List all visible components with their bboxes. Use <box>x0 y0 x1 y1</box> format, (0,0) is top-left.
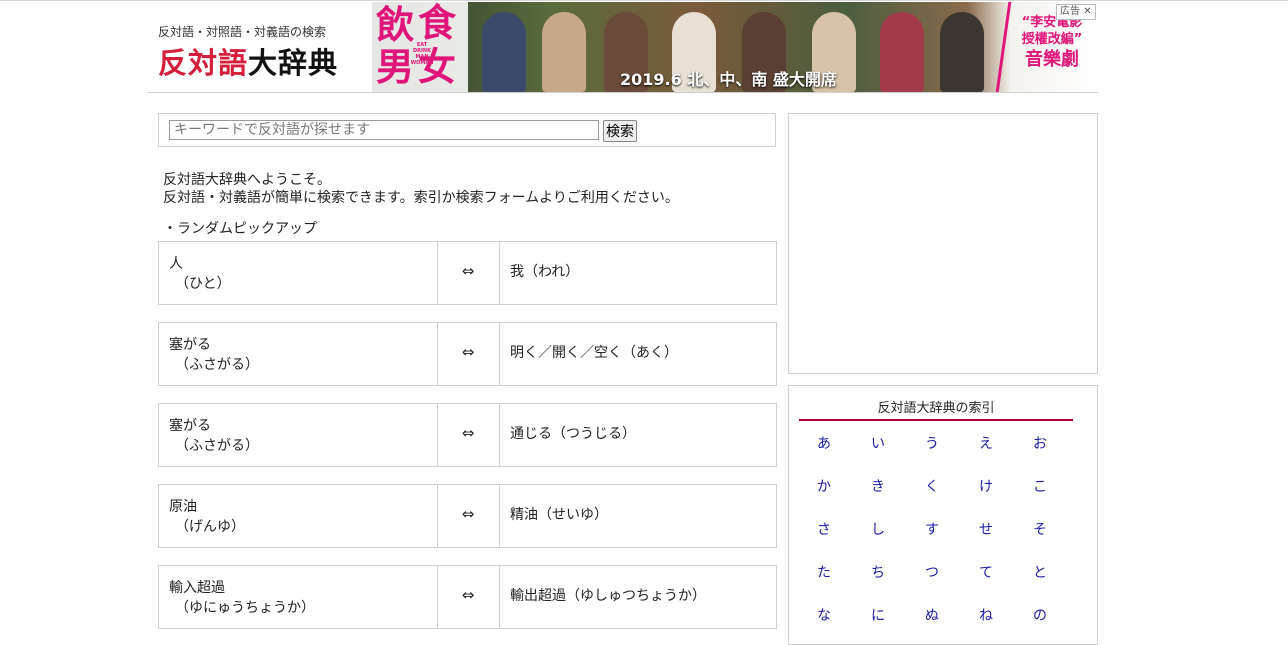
pair-opposite[interactable]: 輸出超過（ゆしゅつちょうか） <box>510 586 706 606</box>
kana-link[interactable]: こ <box>1013 476 1067 496</box>
kana-link[interactable]: す <box>905 519 959 539</box>
cell-divider <box>437 485 438 547</box>
site-title-red: 反対語 <box>158 46 249 80</box>
kana-link[interactable]: お <box>1013 433 1067 453</box>
ad-banner[interactable]: 飲 食 男 女 EAT DRINK MAN WOMAN 2019.6 北、中、南… <box>372 2 1098 92</box>
kana-link[interactable]: ぬ <box>905 605 959 625</box>
ad-figure <box>542 12 586 92</box>
cell-divider <box>437 323 438 385</box>
pair-opposite[interactable]: 精油（せいゆ） <box>510 505 608 525</box>
ad-logo-char: 飲 <box>376 2 415 47</box>
search-button[interactable]: 検索 <box>603 120 637 142</box>
kana-link[interactable]: に <box>851 605 905 625</box>
kana-link[interactable]: か <box>797 476 851 496</box>
kana-link[interactable]: つ <box>905 562 959 582</box>
close-icon[interactable]: ✕ <box>1083 6 1091 17</box>
ad-figure <box>940 12 984 92</box>
kana-link[interactable]: き <box>851 476 905 496</box>
ad-movie-logo: 飲 食 男 女 EAT DRINK MAN WOMAN <box>372 2 468 92</box>
header-divider <box>148 92 1098 93</box>
kana-link[interactable]: け <box>959 476 1013 496</box>
antonym-arrow-icon: ⇔ <box>461 262 475 280</box>
kana-link[interactable]: て <box>959 562 1013 582</box>
cell-divider <box>499 404 500 466</box>
pair-word[interactable]: 原油 <box>169 497 197 517</box>
sidebar-ad-slot <box>788 113 1098 374</box>
kana-link[interactable]: と <box>1013 562 1067 582</box>
antonym-pair: 塞がる （ふさがる） ⇔ 明く／開く／空く（あく） <box>158 322 777 386</box>
index-title-underline <box>799 419 1073 421</box>
pair-reading: （げんゆ） <box>175 519 245 535</box>
kana-link[interactable]: い <box>851 433 905 453</box>
antonym-pair: 塞がる （ふさがる） ⇔ 通じる（つうじる） <box>158 403 777 467</box>
kana-link[interactable]: え <box>959 433 1013 453</box>
welcome-line1: 反対語大辞典へようこそ。 <box>163 172 331 188</box>
pair-opposite[interactable]: 通じる（つうじる） <box>510 424 636 444</box>
index-title: 反対語大辞典の索引 <box>877 401 995 416</box>
antonym-arrow-icon: ⇔ <box>461 586 475 604</box>
pair-word[interactable]: 塞がる <box>169 335 211 355</box>
site-logo[interactable]: 反対語大辞典 <box>158 40 338 82</box>
kana-link[interactable]: く <box>905 476 959 496</box>
kana-link[interactable]: の <box>1013 605 1067 625</box>
pair-word[interactable]: 輸入超過 <box>169 578 225 598</box>
ad-logo-english: EAT DRINK MAN WOMAN <box>410 42 434 66</box>
pair-reading: （ひと） <box>175 276 231 292</box>
pair-word[interactable]: 人 <box>169 254 183 274</box>
search-form: 検索 <box>158 113 776 147</box>
pair-reading: （ふさがる） <box>175 357 259 373</box>
search-input[interactable] <box>169 120 599 140</box>
ad-slogan: “李安電影 授權改編” 音樂劇 <box>1008 14 1096 72</box>
kana-link[interactable]: ね <box>959 605 1013 625</box>
kana-link[interactable]: う <box>905 433 959 453</box>
pair-reading: （ゆにゅうちょうか） <box>175 600 315 616</box>
antonym-arrow-icon: ⇔ <box>461 343 475 361</box>
cell-divider <box>499 323 500 385</box>
ad-slogan-line2: 授權改編” <box>1021 32 1083 47</box>
welcome-text: 反対語大辞典へようこそ。 反対語・対義語が簡単に検索できます。索引か検索フォーム… <box>163 171 679 207</box>
site-title-black: 大辞典 <box>248 46 339 80</box>
ad-figure <box>482 12 526 92</box>
pair-opposite[interactable]: 我（われ） <box>510 262 579 282</box>
ad-figure <box>880 12 924 92</box>
kana-link[interactable]: な <box>797 605 851 625</box>
pair-reading: （ふさがる） <box>175 438 259 454</box>
ad-logo-char: 男 <box>376 44 415 89</box>
random-pickup-heading: ・ランダムピックアップ <box>163 221 317 237</box>
kana-link[interactable]: そ <box>1013 519 1067 539</box>
ad-label[interactable]: 広告 ✕ <box>1056 4 1096 20</box>
ad-logo-char: 食 <box>418 2 457 45</box>
ad-date-text: 2019.6 北、中、南 盛大開席 <box>620 70 837 89</box>
welcome-line2: 反対語・対義語が簡単に検索できます。索引か検索フォームよりご利用ください。 <box>163 190 679 206</box>
cell-divider <box>499 242 500 304</box>
site-subtitle: 反対語・対照語・対義語の検索 <box>158 25 327 39</box>
ad-slogan-line3: 音樂劇 <box>1025 49 1079 70</box>
kana-link[interactable]: せ <box>959 519 1013 539</box>
pair-word[interactable]: 塞がる <box>169 416 211 436</box>
cell-divider <box>437 404 438 466</box>
kana-link[interactable]: し <box>851 519 905 539</box>
cell-divider <box>499 566 500 628</box>
antonym-pair: 輸入超過 （ゆにゅうちょうか） ⇔ 輸出超過（ゆしゅつちょうか） <box>158 565 777 629</box>
kana-link[interactable]: ち <box>851 562 905 582</box>
antonym-arrow-icon: ⇔ <box>461 424 475 442</box>
kana-link[interactable]: あ <box>797 433 851 453</box>
cell-divider <box>499 485 500 547</box>
antonym-arrow-icon: ⇔ <box>461 505 475 523</box>
top-border <box>0 0 1288 1</box>
pair-opposite[interactable]: 明く／開く／空く（あく） <box>510 343 678 363</box>
antonym-pair: 人 （ひと） ⇔ 我（われ） <box>158 241 777 305</box>
kana-link[interactable]: た <box>797 562 851 582</box>
ad-label-text: 広告 <box>1060 6 1080 17</box>
cell-divider <box>437 566 438 628</box>
kana-link[interactable]: さ <box>797 519 851 539</box>
cell-divider <box>437 242 438 304</box>
antonym-pair: 原油 （げんゆ） ⇔ 精油（せいゆ） <box>158 484 777 548</box>
kana-index: 反対語大辞典の索引 あ い う え お か き く け こ さ し す せ そ … <box>788 385 1098 645</box>
